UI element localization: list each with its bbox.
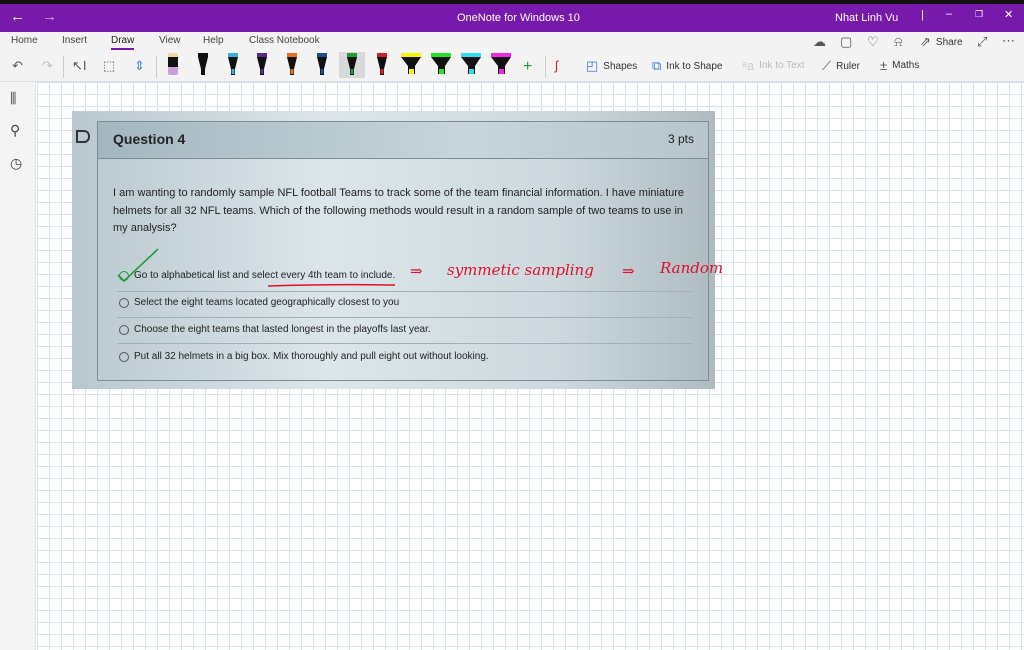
check-mark-ink — [117, 248, 159, 283]
arrow-ink: ⇒ — [410, 262, 423, 280]
handwritten-note: symmetic sampling — [447, 261, 594, 279]
arrow-ink: ⇒ — [622, 262, 635, 280]
handwritten-note: Random — [660, 259, 724, 277]
underline-ink — [267, 283, 396, 287]
ink-layer — [117, 248, 396, 287]
